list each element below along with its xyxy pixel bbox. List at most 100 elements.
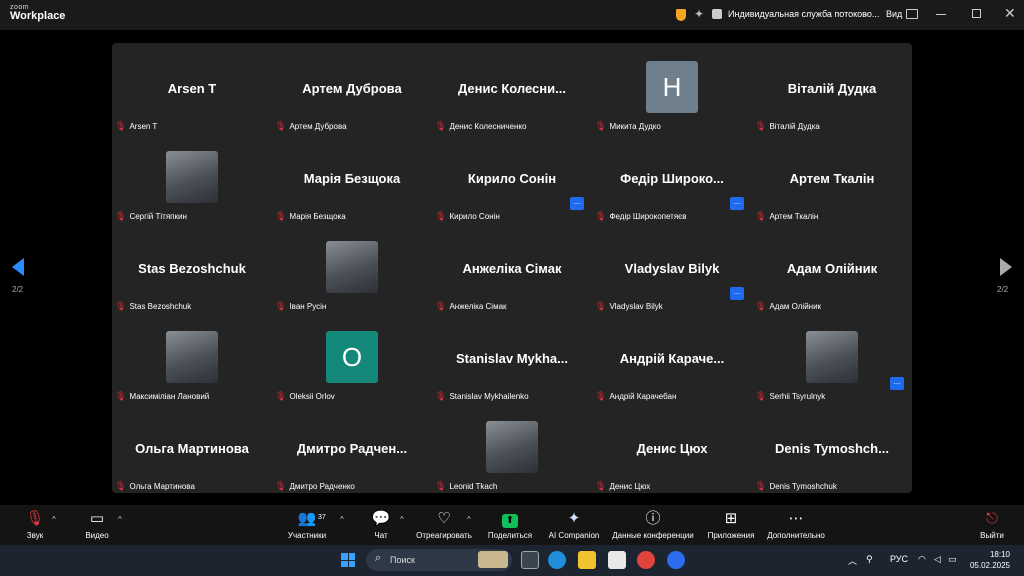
- meeting-info-button[interactable]: ⓘ Данные конференции: [610, 510, 696, 540]
- more-options-button[interactable]: ...: [890, 377, 904, 390]
- chevron-down-icon[interactable]: ⌄: [862, 8, 870, 19]
- participant-name: Stas Bezoshchuk: [138, 261, 246, 276]
- more-options-button[interactable]: ...: [730, 197, 744, 210]
- mic-muted-icon: 🎙: [275, 121, 287, 131]
- participant-tile[interactable]: Федір Широко... 🎙 Федір Широкопетяєв...: [592, 133, 752, 223]
- participant-tile[interactable]: 🎙 Leonid Tkach: [432, 403, 592, 493]
- chrome-icon[interactable]: [637, 551, 655, 569]
- participant-tile[interactable]: Марія Безщока 🎙 Марія Безщока: [272, 133, 432, 223]
- chat-caret-icon[interactable]: ^: [400, 515, 404, 524]
- mic-muted-icon: 🎙: [25, 510, 45, 527]
- mic-muted-icon: 🎙: [115, 121, 127, 131]
- volume-icon[interactable]: ◁: [934, 554, 941, 565]
- mic-muted-icon: 🎙: [595, 211, 607, 221]
- audio-options-caret-icon[interactable]: ^: [52, 515, 56, 524]
- participant-tile[interactable]: Arsen T 🎙 Arsen T: [112, 43, 272, 133]
- ai-companion-button[interactable]: ✦ AI Companion: [546, 510, 602, 540]
- participant-tile[interactable]: H 🎙 Микита Дудко: [592, 43, 752, 133]
- sparkle-icon[interactable]: ✦: [694, 7, 704, 21]
- windows-start-icon[interactable]: [341, 553, 355, 567]
- participant-tile[interactable]: O 🎙 Oleksii Orlov: [272, 313, 432, 403]
- mic-muted-icon: 🎙: [755, 121, 767, 131]
- participant-tile[interactable]: Денис Цюх 🎙 Денис Цюх: [592, 403, 752, 493]
- avatar: H: [646, 61, 698, 113]
- apps-icon: ⊞: [724, 510, 738, 527]
- battery-icon[interactable]: ▭: [948, 554, 957, 565]
- participant-tile[interactable]: Stas Bezoshchuk 🎙 Stas Bezoshchuk: [112, 223, 272, 313]
- participant-label-text: Адам Олійник: [769, 302, 822, 311]
- mic-muted-icon: 🎙: [755, 391, 767, 401]
- video-button[interactable]: ▭ Видео: [82, 510, 112, 540]
- react-button[interactable]: ♡ Отреагировать: [414, 510, 474, 540]
- video-options-caret-icon[interactable]: ^: [118, 515, 122, 524]
- grid-view-icon[interactable]: [906, 9, 918, 19]
- participant-tile[interactable]: Denis Tymoshch... 🎙 Denis Tymoshchuk: [752, 403, 912, 493]
- chat-button[interactable]: 💬 Чат: [368, 510, 394, 540]
- participant-name: Марія Безщока: [303, 171, 401, 186]
- leave-icon: ⎋: [986, 510, 998, 527]
- zoom-app-icon[interactable]: [667, 551, 685, 569]
- avatar-photo: [806, 331, 858, 383]
- participant-label: 🎙 Arsen T: [115, 121, 157, 132]
- more-options-button[interactable]: ...: [730, 287, 744, 300]
- view-button[interactable]: Вид: [886, 9, 902, 19]
- wifi-icon[interactable]: ◠: [918, 554, 926, 565]
- tray-chevron-up-icon[interactable]: ︿: [848, 554, 857, 567]
- minimize-icon[interactable]: [936, 14, 946, 15]
- next-page-arrow-icon[interactable]: [1000, 258, 1012, 276]
- participant-label: 🎙 Федір Широкопетяєв: [595, 211, 687, 222]
- participant-tile[interactable]: Денис Колесни... 🎙 Денис Колесниченко: [432, 43, 592, 133]
- participant-tile[interactable]: 🎙 Максиміліан Лановий: [112, 313, 272, 403]
- participant-tile[interactable]: 🎙 Serhii Tsyrulnyk...: [752, 313, 912, 403]
- store-icon[interactable]: [608, 551, 626, 569]
- participant-tile[interactable]: Vladyslav Bilyk 🎙 Vladyslav Bilyk...: [592, 223, 752, 313]
- participant-tile[interactable]: Анжеліка Сімак 🎙 Анжеліка Сімак: [432, 223, 592, 313]
- participant-tile[interactable]: 🎙 Іван Русін: [272, 223, 432, 313]
- mic-muted-icon: 🎙: [115, 211, 127, 221]
- prev-page-arrow-icon[interactable]: [12, 258, 24, 276]
- participant-label-text: Анжеліка Сімак: [449, 302, 507, 311]
- more-options-button[interactable]: ...: [570, 197, 584, 210]
- participant-name: Федір Широко...: [620, 171, 724, 186]
- participant-label-text: Микита Дудко: [609, 122, 661, 131]
- participant-label-text: Віталій Дудка: [769, 122, 820, 131]
- participant-tile[interactable]: Андрій Караче... 🎙 Андрій Карачебан: [592, 313, 752, 403]
- taskbar-clock[interactable]: 18:10 05.02.2025: [960, 549, 1010, 571]
- participant-tile[interactable]: Адам Олійник 🎙 Адам Олійник: [752, 223, 912, 313]
- participant-tile[interactable]: Віталій Дудка 🎙 Віталій Дудка: [752, 43, 912, 133]
- react-label: Отреагировать: [416, 531, 472, 540]
- apps-button[interactable]: ⊞ Приложения: [704, 510, 758, 540]
- participant-name: Анжеліка Сімак: [462, 261, 562, 276]
- tray-network-icon[interactable]: ⚲: [866, 554, 873, 565]
- close-icon[interactable]: ✕: [1004, 5, 1016, 22]
- participant-tile[interactable]: Артем Дуброва 🎙 Артем Дуброва: [272, 43, 432, 133]
- mic-muted-icon: 🎙: [115, 481, 127, 491]
- mic-muted-icon: 🎙: [435, 211, 447, 221]
- participant-tile[interactable]: Артем Ткалін 🎙 Артем Ткалін: [752, 133, 912, 223]
- shield-icon[interactable]: [676, 9, 686, 21]
- more-button[interactable]: ⋯ Дополнительно: [764, 510, 828, 540]
- file-explorer-icon[interactable]: [578, 551, 596, 569]
- participant-name: Денис Колесни...: [458, 81, 566, 96]
- leave-button[interactable]: ⎋ Выйти: [976, 510, 1008, 540]
- clock-date: 05.02.2025: [969, 561, 1010, 570]
- apps-label: Приложения: [707, 531, 755, 540]
- restore-icon[interactable]: [972, 9, 981, 18]
- participant-tile[interactable]: 🎙 Сергій Тітяпкин: [112, 133, 272, 223]
- meeting-title[interactable]: Индивидуальная служба потоково...: [728, 9, 879, 19]
- participant-label-text: Denis Tymoshchuk: [769, 482, 837, 491]
- participant-tile[interactable]: Дмитро Радчен... 🎙 Дмитро Радченко: [272, 403, 432, 493]
- audio-button[interactable]: 🎙 Звук: [20, 510, 50, 540]
- participants-caret-icon[interactable]: ^: [340, 515, 344, 524]
- participant-tile[interactable]: Ольга Мартинова 🎙 Ольга Мартинова: [112, 403, 272, 493]
- input-language[interactable]: РУС: [890, 554, 908, 564]
- share-button[interactable]: ⬆ Поделиться: [486, 510, 534, 540]
- participant-tile[interactable]: Кирило Сонін 🎙 Кирило Сонін...: [432, 133, 592, 223]
- react-caret-icon[interactable]: ^: [467, 515, 471, 524]
- task-view-icon[interactable]: [521, 551, 539, 569]
- participant-tile[interactable]: Stanislav Mykha... 🎙 Stanislav Mykhailenko: [432, 313, 592, 403]
- mic-muted-icon: 🎙: [435, 391, 447, 401]
- participant-label-text: Федір Широкопетяєв: [609, 212, 687, 221]
- edge-browser-icon[interactable]: [548, 551, 566, 569]
- chat-icon: 💬: [371, 510, 391, 527]
